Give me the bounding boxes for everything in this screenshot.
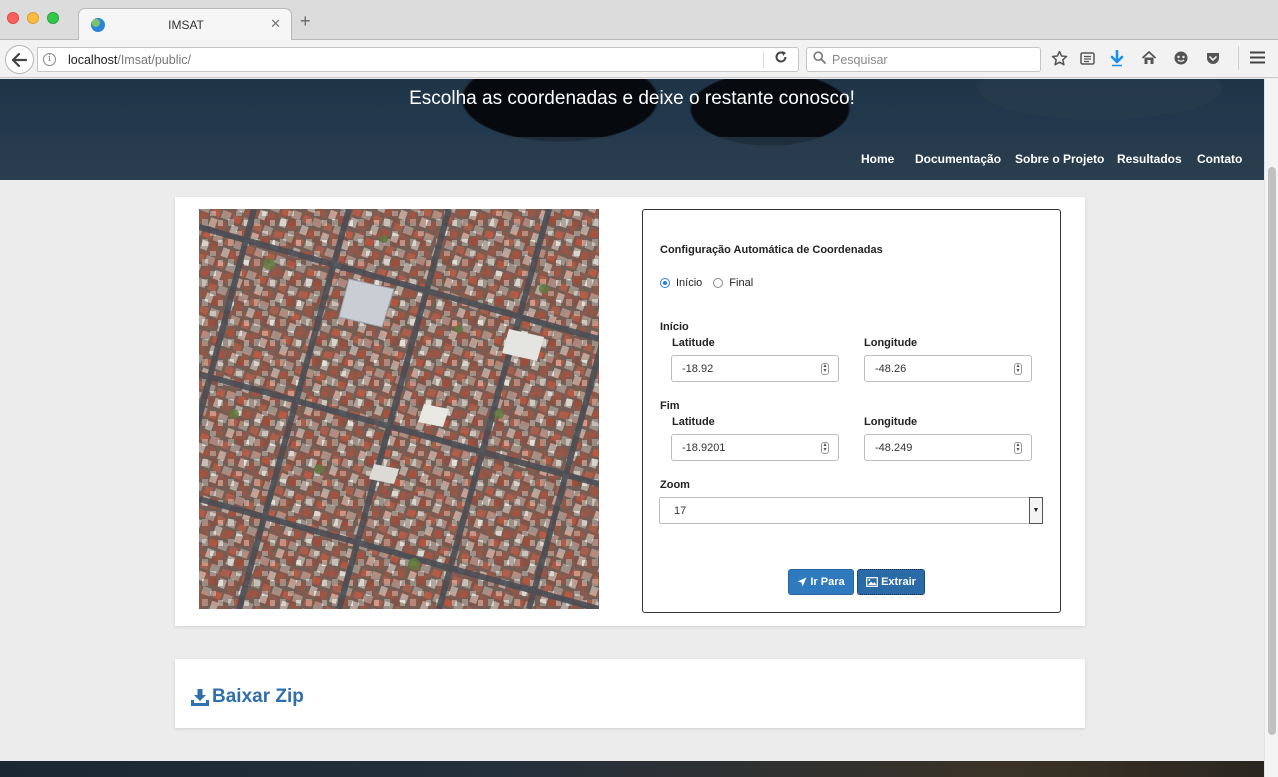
spinner-icon[interactable]: ▴ ▾ — [821, 363, 829, 375]
toolbar-separator — [1238, 46, 1239, 70]
start-longitude-value: -48.26 — [875, 363, 907, 375]
start-longitude-label: Longitude — [864, 337, 918, 349]
spinner-icon[interactable]: ▴ ▾ — [821, 442, 829, 454]
new-tab-button[interactable]: + — [300, 12, 311, 30]
extraction-card: Configuração Automática de Coordenadas I… — [175, 197, 1085, 626]
scrollbar-thumb[interactable] — [1268, 167, 1276, 735]
site-footer — [0, 761, 1264, 777]
download-zip-link[interactable]: Baixar Zip — [191, 686, 304, 708]
end-latitude-input[interactable]: -18.9201 ▴ ▾ — [671, 434, 839, 461]
nav-sobre-o-projeto[interactable]: Sobre o Projeto — [1015, 152, 1104, 166]
arrow-left-icon — [12, 52, 27, 67]
minimize-window-button[interactable] — [27, 12, 39, 24]
radio-final-label[interactable]: Final — [729, 277, 753, 289]
goto-button-label: Ir Para — [810, 576, 845, 588]
spinner-icon[interactable]: ▴ ▾ — [1014, 363, 1022, 375]
maximize-window-button[interactable] — [47, 12, 59, 24]
download-arrow-icon[interactable] — [1108, 49, 1126, 68]
picture-icon — [866, 577, 878, 587]
radio-inicio[interactable] — [660, 278, 670, 288]
radio-final[interactable] — [713, 278, 724, 288]
point-selector: Início Final — [660, 277, 764, 289]
search-input[interactable]: Pesquisar — [832, 53, 888, 67]
start-latitude-input[interactable]: -18.92 ▴ ▾ — [671, 355, 839, 382]
end-longitude-label: Longitude — [864, 416, 918, 428]
end-latitude-label: Latitude — [672, 416, 715, 428]
info-icon[interactable]: i — [43, 53, 56, 66]
nav-home[interactable]: Home — [861, 152, 894, 166]
pocket-icon[interactable] — [1204, 50, 1222, 68]
search-bar[interactable]: Pesquisar — [806, 47, 1041, 72]
spinner-icon[interactable]: ▴ ▾ — [1014, 442, 1022, 454]
end-group-label: Fim — [660, 400, 680, 412]
end-longitude-value: -48.249 — [875, 442, 913, 454]
reload-icon[interactable] — [774, 50, 788, 68]
end-latitude-value: -18.9201 — [682, 442, 726, 454]
config-title: Configuração Automática de Coordenadas — [660, 244, 883, 256]
home-icon[interactable] — [1140, 50, 1158, 68]
hamburger-icon[interactable] — [1248, 50, 1266, 68]
zoom-label: Zoom — [660, 479, 690, 491]
url-text[interactable]: localhost/Imsat/public/ — [68, 53, 191, 67]
location-arrow-icon — [797, 577, 807, 587]
reader-icon[interactable] — [1078, 50, 1096, 68]
url-divider — [763, 51, 764, 68]
nav-documentacao[interactable]: Documentação — [915, 152, 1001, 166]
download-zip-label: Baixar Zip — [212, 686, 304, 707]
radio-inicio-label[interactable]: Início — [676, 277, 702, 289]
satellite-image — [199, 209, 599, 609]
extract-button[interactable]: Extrair — [857, 569, 925, 595]
start-latitude-value: -18.92 — [682, 363, 714, 375]
download-icon — [191, 688, 209, 706]
start-longitude-input[interactable]: -48.26 ▴ ▾ — [864, 355, 1032, 382]
end-longitude-input[interactable]: -48.249 ▴ ▾ — [864, 434, 1032, 461]
zoom-value: 17 — [674, 505, 687, 517]
browser-nav-bar: i localhost/Imsat/public/ Pesquisar — [0, 40, 1278, 78]
search-icon — [813, 51, 826, 64]
url-path: /Imsat/public/ — [117, 53, 191, 67]
url-bar[interactable]: i localhost/Imsat/public/ — [37, 47, 799, 72]
star-icon[interactable] — [1050, 50, 1068, 68]
close-window-button[interactable] — [7, 12, 19, 24]
download-card: Baixar Zip — [175, 659, 1085, 728]
extract-button-label: Extrair — [881, 576, 916, 588]
zoom-select[interactable]: 17 ▼ — [659, 497, 1043, 524]
chevron-down-icon[interactable]: ▼ — [1029, 497, 1043, 524]
start-group-label: Início — [660, 321, 689, 333]
url-host: localhost — [68, 53, 118, 67]
site-nav: Home Documentação Sobre o Projeto Result… — [0, 137, 1264, 180]
page-viewport: Escolha as coordenadas e deixe o restant… — [0, 79, 1264, 777]
browser-tab[interactable]: IMSAT ✕ — [78, 8, 292, 41]
chat-icon[interactable] — [1172, 50, 1190, 68]
back-button[interactable] — [5, 45, 34, 74]
tab-title: IMSAT — [168, 18, 204, 32]
close-tab-icon[interactable]: ✕ — [270, 16, 281, 32]
site-header: Escolha as coordenadas e deixe o restant… — [0, 79, 1264, 180]
nav-contato[interactable]: Contato — [1197, 152, 1242, 166]
goto-button[interactable]: Ir Para — [788, 569, 854, 595]
nav-resultados[interactable]: Resultados — [1117, 152, 1182, 166]
coordinate-config-panel: Configuração Automática de Coordenadas I… — [642, 209, 1061, 613]
page-scrollbar[interactable] — [1264, 79, 1278, 777]
browser-tab-bar: IMSAT ✕ + — [0, 0, 1278, 41]
page-title: Escolha as coordenadas e deixe o restant… — [409, 88, 855, 109]
start-latitude-label: Latitude — [672, 337, 715, 349]
